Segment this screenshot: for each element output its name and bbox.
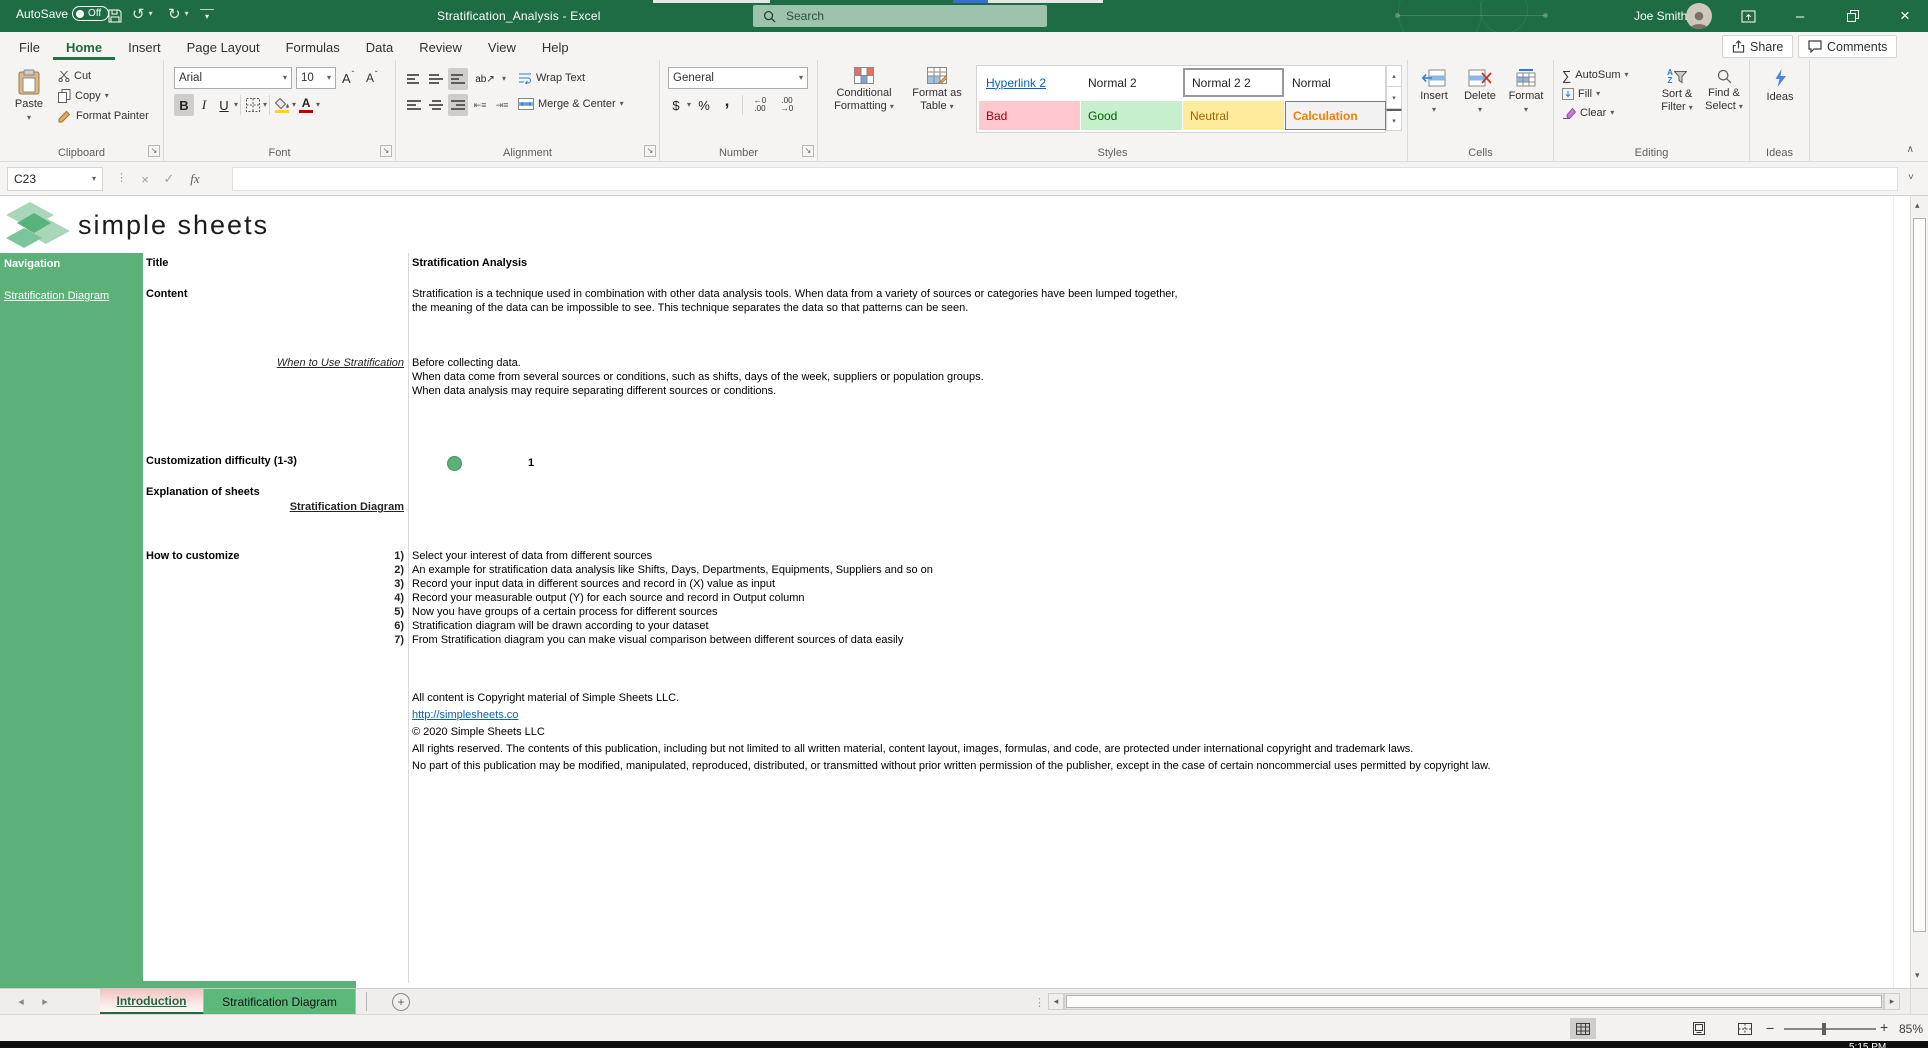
navigation-link-stratification-diagram[interactable]: Stratification Diagram [4, 290, 109, 302]
page-layout-view-icon [1693, 1022, 1705, 1035]
content-line: the meaning of the data can be impossibl… [412, 302, 969, 314]
difficulty-value: 1 [528, 457, 535, 469]
tab-splitter-grip[interactable]: ⋮ [1034, 996, 1045, 1009]
content-line: Stratification is a technique used in co… [412, 288, 1178, 300]
copyright-line: All content is Copyright material of Sim… [412, 692, 680, 704]
list-item: Stratification diagram will be drawn acc… [412, 620, 709, 632]
difficulty-indicator [447, 456, 462, 471]
page-layout-view-button[interactable] [1686, 1018, 1712, 1039]
list-item: Now you have groups of a certain process… [412, 606, 718, 618]
sheet-scroll-right[interactable]: ▸ [34, 989, 56, 1014]
sheet-link-stratification-diagram[interactable]: Stratification Diagram [0, 501, 404, 513]
list-item: Record your input data in different sour… [412, 578, 775, 590]
zoom-slider-track[interactable] [1784, 1028, 1876, 1030]
normal-view-icon [1576, 1022, 1590, 1035]
list-number: 3) [394, 578, 404, 590]
plus-icon: + [397, 995, 405, 1009]
new-sheet-button[interactable]: + [392, 993, 410, 1011]
sheet-right-edge [1893, 196, 1894, 988]
vscroll-up-arrow[interactable]: ▴ [1915, 200, 1920, 211]
list-number: 2) [394, 564, 404, 576]
sheet-tab-bar: ◂ ▸ Introduction Stratification Diagram … [0, 988, 1928, 1015]
row-content-label: Content [146, 288, 188, 300]
list-item: From Stratification diagram you can make… [412, 634, 904, 646]
explanation-label: Explanation of sheets [146, 486, 260, 498]
list-item: Record your measurable output (Y) for ea… [412, 592, 805, 604]
vertical-scrollbar-thumb[interactable] [1913, 218, 1926, 932]
taskbar-clock: 5:15 PM [1849, 1042, 1887, 1048]
when-to-use-label: When to Use Stratification [276, 357, 404, 369]
list-item: Select your interest of data from differ… [412, 550, 653, 562]
when-line: When data come from several sources or c… [412, 371, 984, 383]
zoom-in-button[interactable]: + [1880, 1019, 1888, 1035]
page-break-preview-icon [1738, 1022, 1752, 1035]
zoom-slider-thumb[interactable] [1822, 1023, 1826, 1035]
copyright-line: No part of this publication may be modif… [412, 760, 1491, 772]
copyright-line: © 2020 Simple Sheets LLC [412, 726, 545, 738]
zoom-level[interactable]: 85% [1899, 1022, 1923, 1036]
list-number: 5) [394, 606, 404, 618]
list-number: 6) [394, 620, 404, 632]
sheet-tab-stratification-diagram[interactable]: Stratification Diagram [204, 989, 356, 1014]
zoom-out-button[interactable]: − [1766, 1020, 1774, 1036]
difficulty-label: Customization difficulty (1-3) [146, 455, 297, 467]
horizontal-scrollbar-thumb[interactable] [1066, 995, 1882, 1008]
logo-text: simple sheets [78, 210, 270, 240]
when-line: When data analysis may require separatin… [412, 385, 777, 397]
hscroll-left-arrow[interactable]: ◂ [1048, 993, 1064, 1010]
sheet-area: simple sheets Navigation Stratification … [0, 0, 1928, 1048]
list-number: 4) [394, 592, 404, 604]
vscroll-down-arrow[interactable]: ▾ [1915, 970, 1920, 981]
horizontal-scrollbar[interactable] [1064, 993, 1884, 1010]
simplesheets-link[interactable]: http://simplesheets.co [412, 709, 518, 721]
normal-view-button[interactable] [1570, 1018, 1596, 1039]
list-number: 1) [394, 550, 404, 562]
copyright-line: All rights reserved. The contents of thi… [412, 743, 1414, 755]
divider [366, 992, 367, 1011]
sheet-tab-introduction[interactable]: Introduction [100, 989, 204, 1014]
vertical-scrollbar[interactable]: ▴ ▾ [1910, 196, 1928, 988]
scrollbar-corner [1910, 989, 1928, 1015]
row-title-label: Title [146, 257, 169, 269]
sheet-scroll-left[interactable]: ◂ [10, 989, 32, 1014]
list-item: An example for stratification data analy… [412, 564, 933, 576]
page-break-preview-button[interactable] [1732, 1018, 1758, 1039]
column-gridline [408, 253, 409, 983]
when-line: Before collecting data. [412, 357, 521, 369]
list-number: 7) [394, 634, 404, 646]
status-bar: − + 85% [0, 1014, 1928, 1041]
navigation-header: Navigation [4, 258, 61, 270]
green-bottom-strip [0, 981, 356, 988]
title-value: Stratification Analysis [412, 257, 528, 269]
hscroll-right-arrow[interactable]: ▸ [1884, 993, 1900, 1010]
taskbar[interactable]: 5:15 PM [0, 1041, 1928, 1048]
